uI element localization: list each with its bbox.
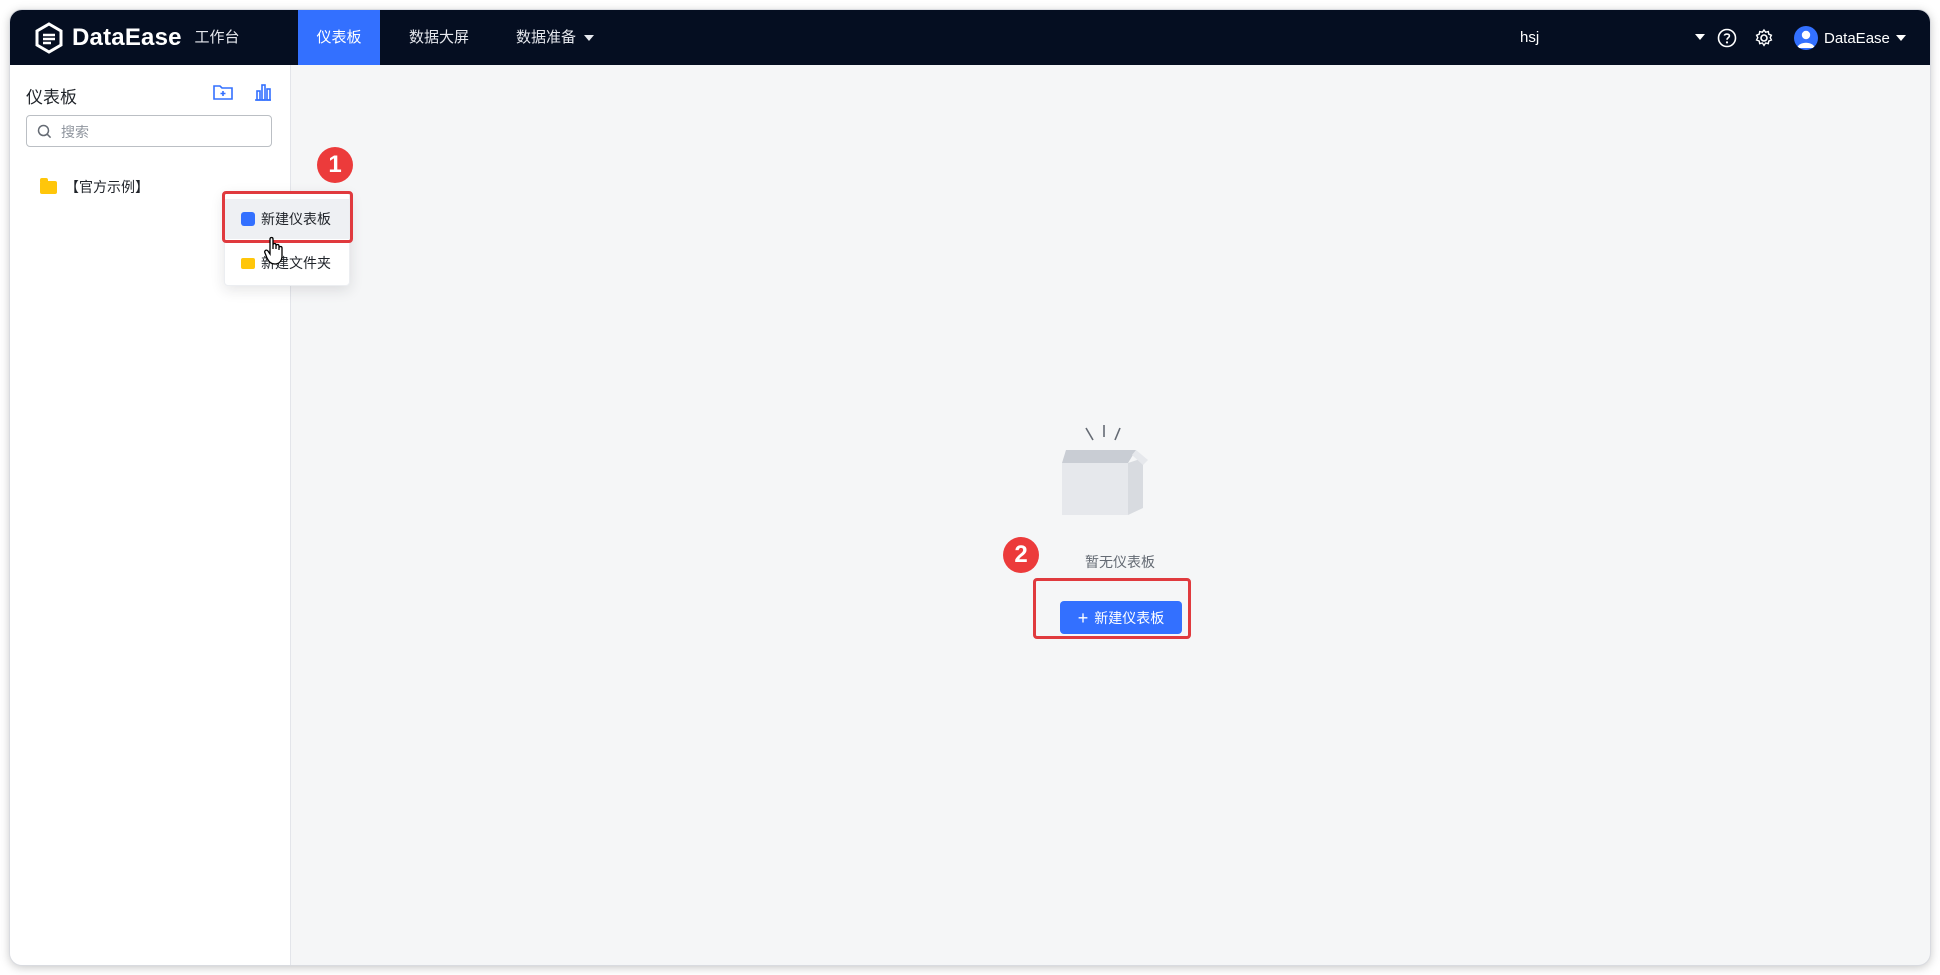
user-name: DataEase xyxy=(1824,29,1890,47)
nav-dashboard[interactable]: 仪表板 xyxy=(298,10,380,65)
user-icon xyxy=(1797,30,1815,48)
tree-folder-official-examples[interactable]: 【官方示例】 xyxy=(40,175,149,199)
nav-data-screen[interactable]: 数据大屏 xyxy=(390,10,488,65)
chevron-down-icon xyxy=(1695,34,1705,40)
folder-icon xyxy=(241,257,255,269)
highlight-box-menu xyxy=(222,191,353,243)
avatar xyxy=(1794,26,1818,50)
app-logo[interactable]: DataEase xyxy=(34,21,182,55)
workspace-name: hsj xyxy=(1520,29,1540,46)
user-menu[interactable]: DataEase xyxy=(1794,24,1906,52)
search-icon xyxy=(37,124,52,139)
gear-icon[interactable] xyxy=(1753,27,1775,49)
menu-item-new-folder[interactable]: 新建文件夹 xyxy=(225,243,349,283)
nav-data-prep-label: 数据准备 xyxy=(515,29,576,46)
new-dashboard-icon[interactable] xyxy=(252,81,274,103)
chevron-down-icon xyxy=(1895,35,1906,41)
empty-box-icon xyxy=(1062,425,1148,515)
empty-state-text: 暂无仪表板 xyxy=(1085,554,1155,570)
new-folder-icon[interactable] xyxy=(212,81,234,103)
search-box xyxy=(26,115,272,148)
tree-item-label: 【官方示例】 xyxy=(65,179,149,195)
app-window: DataEase 工作台 仪表板 数据大屏 数据准备 hsj DataEase … xyxy=(10,10,1930,965)
top-navbar: DataEase 工作台 仪表板 数据大屏 数据准备 hsj DataEase xyxy=(10,10,1930,65)
app-name: DataEase xyxy=(72,24,182,51)
folder-icon xyxy=(40,177,57,194)
sidebar-title: 仪表板 xyxy=(26,88,77,107)
nav-workbench[interactable]: 工作台 xyxy=(177,10,257,65)
nav-data-prep[interactable]: 数据准备 xyxy=(495,10,615,65)
step-badge-1: 1 xyxy=(317,147,353,183)
workspace-select[interactable]: hsj xyxy=(1520,10,1705,65)
help-icon[interactable] xyxy=(1716,27,1738,49)
hand-cursor-icon xyxy=(264,236,283,265)
step-badge-2: 2 xyxy=(1003,537,1039,573)
search-input[interactable] xyxy=(59,116,263,148)
chevron-down-icon xyxy=(584,35,594,42)
highlight-box-button xyxy=(1033,578,1191,639)
dataease-logo-icon xyxy=(35,22,63,54)
